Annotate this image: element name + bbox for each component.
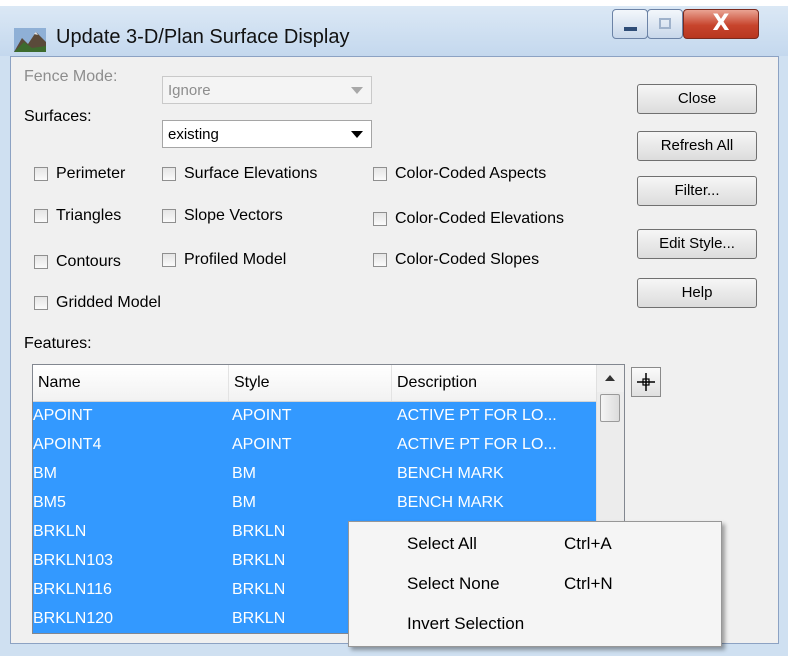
surface-app-icon xyxy=(14,28,46,52)
feature-description: BENCH MARK xyxy=(397,494,504,511)
checkbox-label: Triangles xyxy=(56,207,122,224)
checkbox-label: Perimeter xyxy=(56,165,126,182)
close-button[interactable]: Close xyxy=(637,84,757,114)
dialog-window: Update 3-D/Plan Surface Display X Fence … xyxy=(0,0,788,656)
fence-mode-select: Ignore xyxy=(162,76,372,104)
checkbox-box[interactable] xyxy=(162,209,176,223)
feature-style: APOINT xyxy=(232,407,292,424)
checkbox-label: Gridded Model xyxy=(56,294,161,311)
feature-style: BM xyxy=(232,494,256,511)
menu-item-label: Select None xyxy=(407,574,500,593)
checkbox-triangles[interactable]: Triangles xyxy=(34,207,121,225)
checkbox-label: Color-Coded Slopes xyxy=(395,251,540,268)
checkbox-gridded-model[interactable]: Gridded Model xyxy=(34,294,161,312)
menu-item-select-all[interactable]: Select All Ctrl+A xyxy=(349,526,721,562)
close-icon: X xyxy=(712,11,730,36)
list-item[interactable]: APOINT APOINT ACTIVE PT FOR LO... xyxy=(33,402,597,431)
scroll-up-arrow-icon xyxy=(605,375,615,381)
context-menu: Select All Ctrl+A Select None Ctrl+N Inv… xyxy=(348,521,722,647)
feature-name: APOINT4 xyxy=(33,436,102,453)
close-window-button[interactable]: X xyxy=(683,9,759,39)
menu-item-invert-selection[interactable]: Invert Selection xyxy=(349,606,721,642)
menu-item-shortcut: Ctrl+N xyxy=(564,574,613,593)
checkbox-label: Slope Vectors xyxy=(184,207,283,224)
list-item[interactable]: BM5 BM BENCH MARK xyxy=(33,489,597,518)
maximize-button[interactable] xyxy=(647,9,683,39)
checkbox-label: Color-Coded Aspects xyxy=(395,165,547,182)
checkbox-box[interactable] xyxy=(162,253,176,267)
checkbox-box[interactable] xyxy=(373,167,387,181)
checkbox-box[interactable] xyxy=(373,253,387,267)
feature-name: BRKLN103 xyxy=(33,552,114,569)
feature-style: APOINT xyxy=(232,436,292,453)
checkbox-slope-vectors[interactable]: Slope Vectors xyxy=(162,207,283,225)
checkbox-label: Contours xyxy=(56,253,121,270)
title-bar[interactable]: Update 3-D/Plan Surface Display X xyxy=(0,6,788,56)
feature-style: BRKLN xyxy=(232,523,286,540)
checkbox-box[interactable] xyxy=(34,255,48,269)
features-label: Features: xyxy=(24,335,92,352)
menu-item-shortcut: Ctrl+A xyxy=(564,534,612,553)
surfaces-select[interactable]: existing xyxy=(162,120,372,148)
checkbox-label: Color-Coded Elevations xyxy=(395,210,564,227)
checkbox-color-coded-slopes[interactable]: Color-Coded Slopes xyxy=(373,251,539,269)
feature-name: BM5 xyxy=(33,494,66,511)
checkbox-box[interactable] xyxy=(34,167,48,181)
checkbox-box[interactable] xyxy=(34,296,48,310)
menu-item-label: Select All xyxy=(407,534,477,553)
surfaces-label: Surfaces: xyxy=(24,108,92,125)
list-item[interactable]: APOINT4 APOINT ACTIVE PT FOR LO... xyxy=(33,431,597,460)
checkbox-color-coded-aspects[interactable]: Color-Coded Aspects xyxy=(373,165,546,183)
feature-name: BRKLN xyxy=(33,523,87,540)
chevron-down-icon xyxy=(351,87,363,94)
list-header: Name Style Description xyxy=(33,365,597,402)
checkbox-perimeter[interactable]: Perimeter xyxy=(34,165,125,183)
minimize-icon xyxy=(624,27,637,31)
checkbox-label: Surface Elevations xyxy=(184,165,318,182)
feature-style: BRKLN xyxy=(232,610,286,627)
feature-style: BM xyxy=(232,465,256,482)
checkbox-profiled-model[interactable]: Profiled Model xyxy=(162,251,286,269)
column-header-description[interactable]: Description xyxy=(392,365,597,401)
edit-style-button[interactable]: Edit Style... xyxy=(637,229,757,259)
refresh-all-button[interactable]: Refresh All xyxy=(637,131,757,161)
pick-feature-button[interactable] xyxy=(631,367,661,397)
column-header-name[interactable]: Name xyxy=(33,365,229,401)
feature-name: APOINT xyxy=(33,407,93,424)
feature-style: BRKLN xyxy=(232,552,286,569)
surfaces-value: existing xyxy=(168,126,219,143)
fence-mode-label: Fence Mode: xyxy=(24,68,118,85)
checkbox-box[interactable] xyxy=(162,167,176,181)
feature-style: BRKLN xyxy=(232,581,286,598)
checkbox-surface-elevations[interactable]: Surface Elevations xyxy=(162,165,317,183)
minimize-button[interactable] xyxy=(612,9,648,39)
column-header-style[interactable]: Style xyxy=(229,365,392,401)
filter-button[interactable]: Filter... xyxy=(637,176,757,206)
checkbox-color-coded-elevations[interactable]: Color-Coded Elevations xyxy=(373,210,564,228)
menu-item-select-none[interactable]: Select None Ctrl+N xyxy=(349,566,721,602)
crosshair-pick-icon xyxy=(637,373,655,391)
feature-description: BENCH MARK xyxy=(397,465,504,482)
chevron-down-icon xyxy=(351,131,363,138)
feature-description: ACTIVE PT FOR LO... xyxy=(397,436,557,453)
checkbox-box[interactable] xyxy=(34,209,48,223)
window-title: Update 3-D/Plan Surface Display xyxy=(56,26,350,48)
fence-mode-value: Ignore xyxy=(168,82,211,99)
feature-description: ACTIVE PT FOR LO... xyxy=(397,407,557,424)
help-button[interactable]: Help xyxy=(637,278,757,308)
feature-name: BRKLN120 xyxy=(33,610,114,627)
scroll-thumb[interactable] xyxy=(600,394,620,422)
menu-item-label: Invert Selection xyxy=(407,614,525,633)
maximize-icon xyxy=(659,18,671,29)
feature-name: BRKLN116 xyxy=(33,581,112,598)
feature-name: BM xyxy=(33,465,57,482)
checkbox-contours[interactable]: Contours xyxy=(34,253,121,271)
checkbox-box[interactable] xyxy=(373,212,387,226)
list-item[interactable]: BM BM BENCH MARK xyxy=(33,460,597,489)
checkbox-label: Profiled Model xyxy=(184,251,287,268)
scroll-up-button[interactable] xyxy=(597,365,624,392)
